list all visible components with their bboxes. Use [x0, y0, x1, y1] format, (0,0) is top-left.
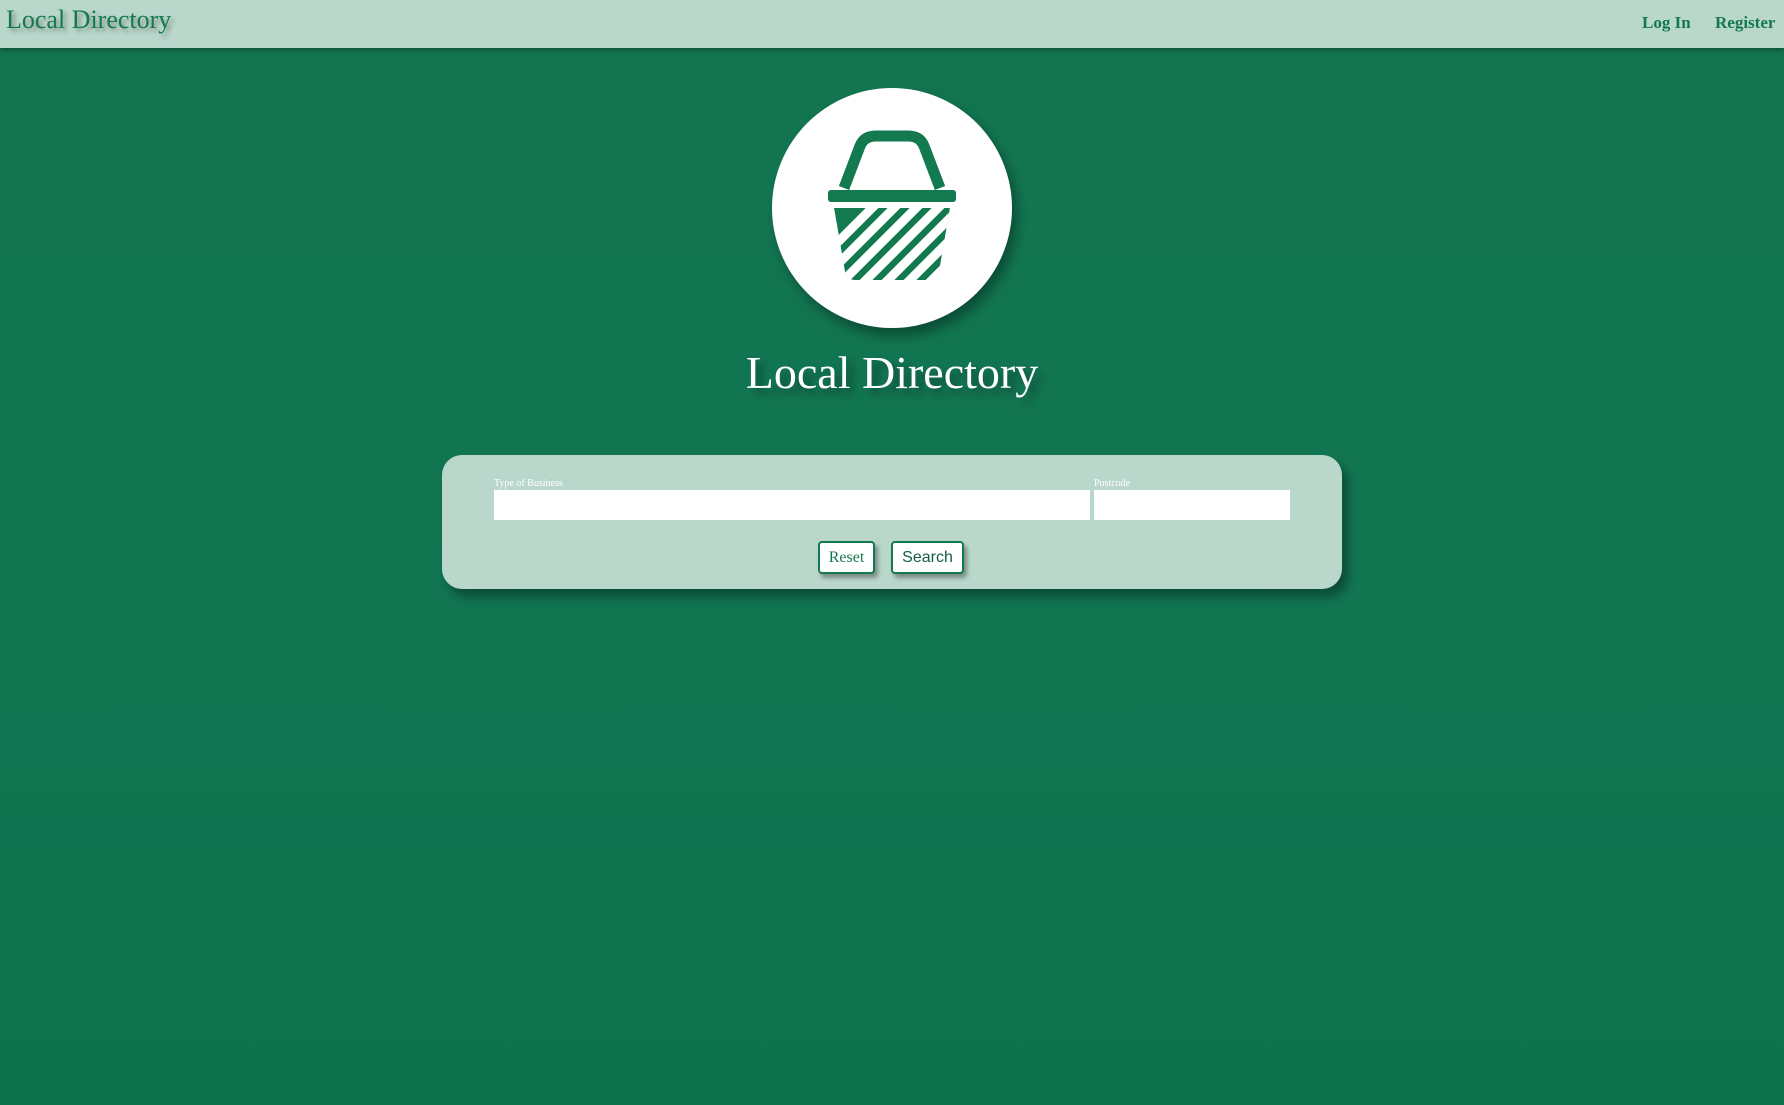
postcode-input[interactable] [1094, 490, 1290, 520]
logo [772, 88, 1012, 328]
register-link[interactable]: Register [1715, 13, 1775, 33]
brand-link[interactable]: Local Directory [6, 5, 171, 35]
reset-button[interactable]: Reset [818, 541, 875, 574]
postcode-label: Postcode [1094, 478, 1131, 489]
search-panel: Type of Business Postcode Reset Search [442, 455, 1342, 589]
type-of-business-label: Type of Business [494, 478, 563, 489]
type-of-business-input[interactable] [494, 490, 1090, 520]
hero-title: Local Directory [745, 347, 1039, 398]
shopping-basket-icon [828, 130, 956, 280]
search-button[interactable]: Search [891, 541, 964, 574]
login-link[interactable]: Log In [1642, 13, 1691, 33]
top-navbar: Local Directory Log In Register [0, 0, 1784, 48]
